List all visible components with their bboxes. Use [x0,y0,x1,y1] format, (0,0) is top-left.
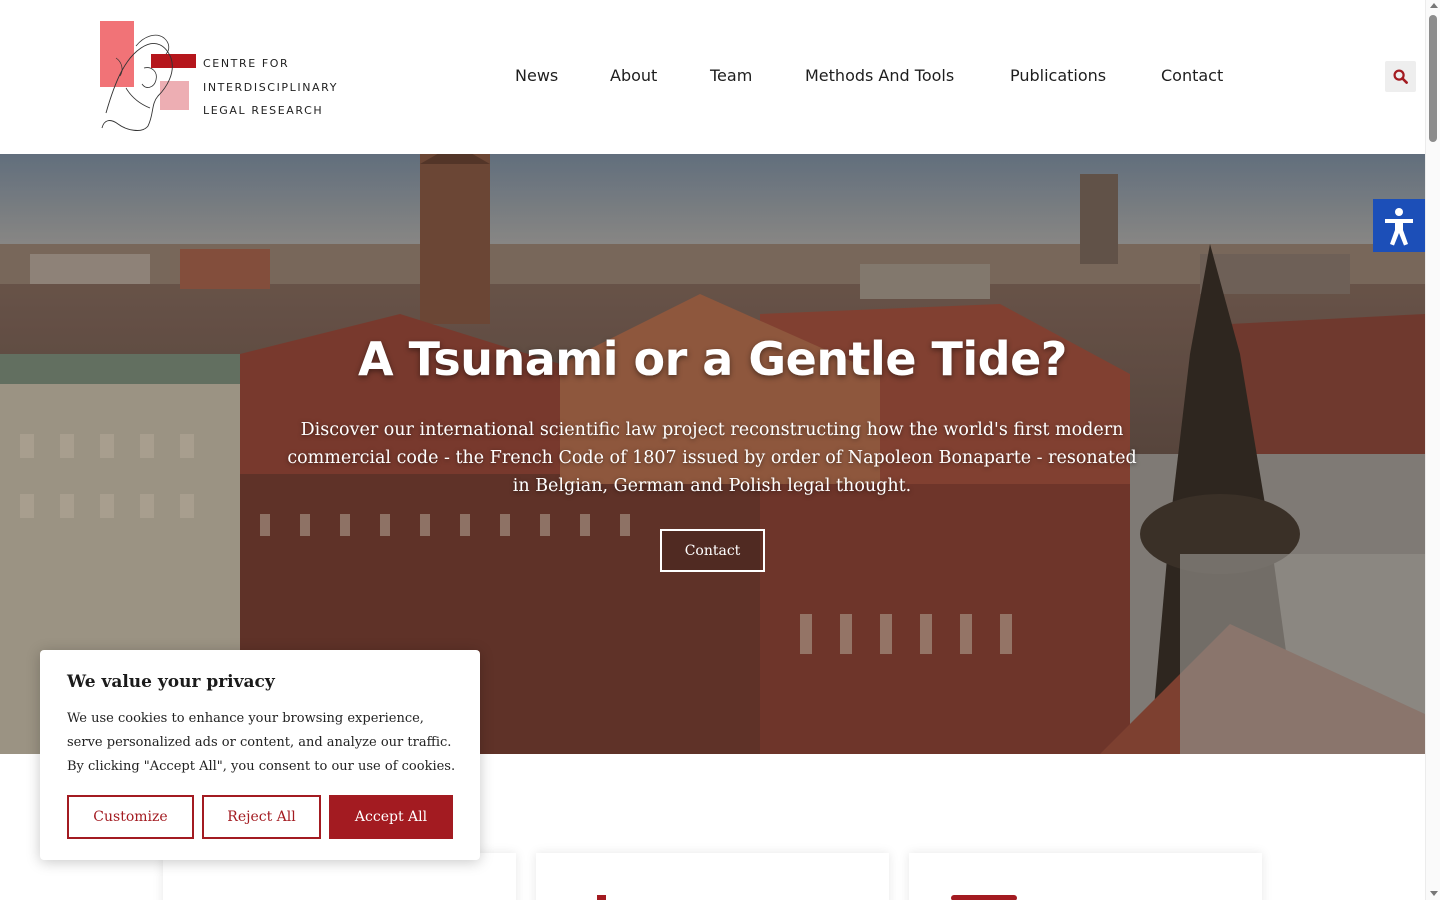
scrollbar-thumb[interactable] [1429,15,1437,142]
customize-button[interactable]: Customize [67,795,194,839]
hero-description: Discover our international scientific la… [287,420,1137,496]
nav-item-team[interactable]: Team [710,66,752,85]
hero-title: A Tsunami or a Gentle Tide? [357,332,1068,386]
page-scrollbar[interactable] [1425,0,1440,900]
reject-all-button[interactable]: Reject All [202,795,321,839]
search-button[interactable] [1385,61,1416,92]
nav-item-methods-and-tools[interactable]: Methods And Tools [805,66,954,85]
nav-item-publications[interactable]: Publications [1010,66,1106,85]
accessibility-icon [1385,207,1413,245]
feature-card[interactable] [536,853,889,900]
card-icon [951,895,1017,900]
scroll-down-icon[interactable] [1430,891,1438,896]
feature-card[interactable] [909,853,1262,900]
nav-item-contact[interactable]: Contact [1161,66,1223,85]
accessibility-button[interactable] [1373,199,1425,252]
search-icon [1393,69,1408,84]
scroll-up-icon[interactable] [1430,3,1438,8]
site-header: CENTRE FOR INTERDISCIPLINARY LEGAL RESEA… [0,0,1425,154]
cookie-title: We value your privacy [67,672,275,692]
main-nav: News About Team Methods And Tools Public… [0,66,1425,88]
nav-item-about[interactable]: About [610,66,657,85]
hero-contact-button[interactable]: Contact [660,529,765,572]
accept-all-button[interactable]: Accept All [329,795,453,839]
feature-card[interactable] [163,853,516,900]
card-icon [597,895,606,900]
cookie-text: We use cookies to enhance your browsing … [67,711,456,774]
cookie-consent-banner: We value your privacy We use cookies to … [40,650,480,860]
logo-line: LEGAL RESEARCH [203,104,324,117]
nav-item-news[interactable]: News [515,66,558,85]
